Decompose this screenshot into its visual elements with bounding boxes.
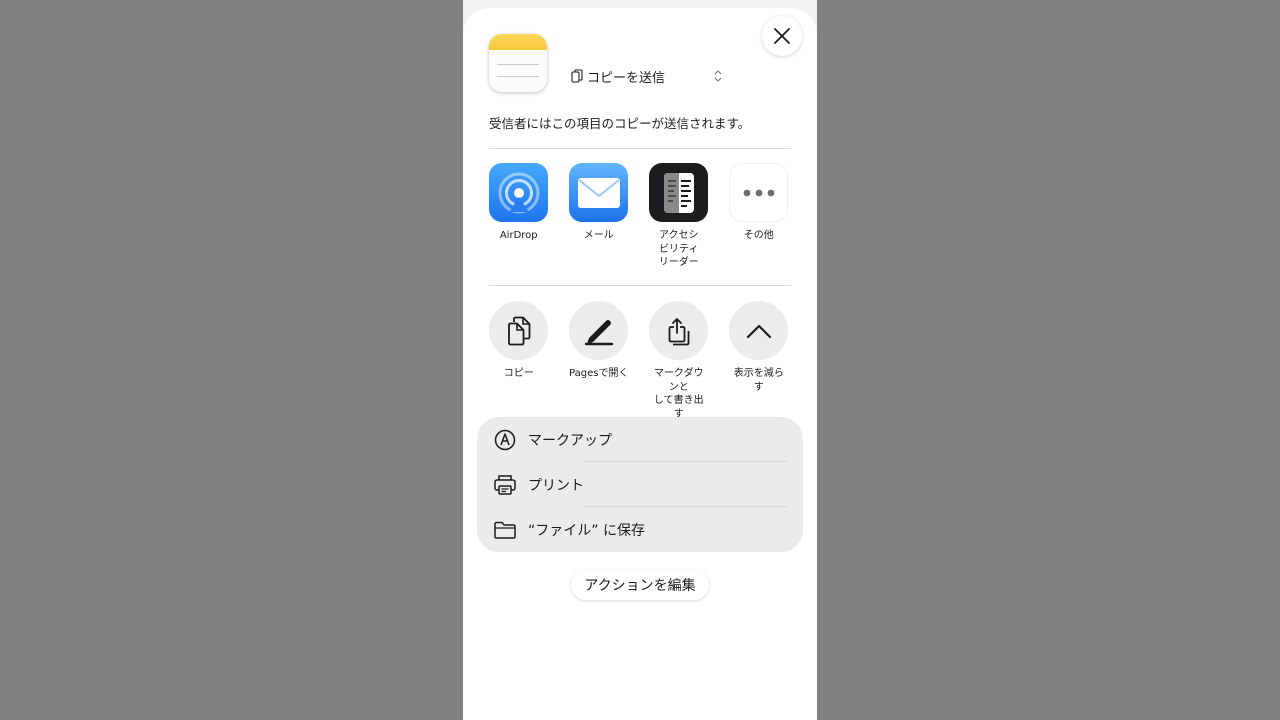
- action-list: マークアップ プリント “ファイル” に保存: [477, 417, 803, 552]
- pen-icon: [569, 301, 629, 360]
- close-icon: [774, 28, 790, 44]
- export-icon: [649, 301, 709, 360]
- chevron-up-down-icon: [714, 70, 722, 82]
- folder-icon: [493, 518, 517, 542]
- list-item-save-to-files[interactable]: “ファイル” に保存: [477, 507, 803, 552]
- share-target-airdrop[interactable]: AirDrop: [489, 163, 549, 270]
- list-item-label: プリント: [528, 477, 584, 494]
- send-mode-selector[interactable]: コピーを送信: [571, 66, 723, 86]
- action-show-less[interactable]: 表示を減らす: [729, 301, 789, 421]
- action-export-markdown[interactable]: マークダウンと して書き出す: [649, 301, 709, 421]
- notes-app-icon: [489, 34, 547, 92]
- phone-screen: コピーを送信 受信者にはこの項目のコピーが送信されます。 AirDrop メール…: [463, 0, 817, 720]
- list-item-print[interactable]: プリント: [477, 462, 803, 507]
- accessibility-reader-icon: [649, 163, 709, 222]
- divider: [489, 148, 791, 149]
- airdrop-icon: [489, 163, 549, 222]
- document-copy-icon: [571, 69, 583, 83]
- list-item-markup[interactable]: マークアップ: [477, 417, 803, 462]
- printer-icon: [493, 473, 517, 497]
- share-target-more[interactable]: その他: [729, 163, 789, 270]
- share-target-label: AirDrop: [499, 230, 538, 241]
- share-target-accessibility-reader[interactable]: アクセシ ビリティ リーダー: [649, 163, 709, 270]
- share-target-label: メール: [583, 230, 614, 241]
- share-target-label: その他: [743, 230, 774, 241]
- mail-icon: [569, 163, 629, 222]
- share-target-label: アクセシ ビリティ リーダー: [658, 230, 699, 268]
- markup-icon: [493, 428, 517, 452]
- list-item-label: “ファイル” に保存: [528, 522, 645, 539]
- copy-icon: [489, 301, 549, 360]
- chevron-up-icon: [729, 301, 789, 360]
- edit-actions-button[interactable]: アクションを編集: [571, 570, 709, 600]
- share-target-mail[interactable]: メール: [569, 163, 629, 270]
- share-sheet: コピーを送信 受信者にはこの項目のコピーが送信されます。 AirDrop メール…: [463, 8, 817, 720]
- action-label: Pagesで開く: [569, 368, 629, 379]
- action-label: 表示を減らす: [733, 368, 784, 393]
- divider: [489, 285, 791, 286]
- close-button[interactable]: [762, 16, 802, 56]
- action-open-in-pages[interactable]: Pagesで開く: [569, 301, 629, 421]
- action-label: マークダウンと して書き出す: [653, 368, 704, 420]
- actions-row: コピー Pagesで開く マークダウンと して書き出す 表示を減らす: [489, 301, 809, 421]
- share-description: 受信者にはこの項目のコピーが送信されます。: [489, 116, 751, 131]
- send-mode-label: コピーを送信: [587, 70, 666, 86]
- share-targets-row: AirDrop メール アクセシ ビリティ リーダー その他: [489, 163, 809, 270]
- action-copy[interactable]: コピー: [489, 301, 549, 421]
- list-item-label: マークアップ: [528, 432, 612, 449]
- more-icon: [729, 163, 789, 222]
- action-label: コピー: [503, 368, 534, 379]
